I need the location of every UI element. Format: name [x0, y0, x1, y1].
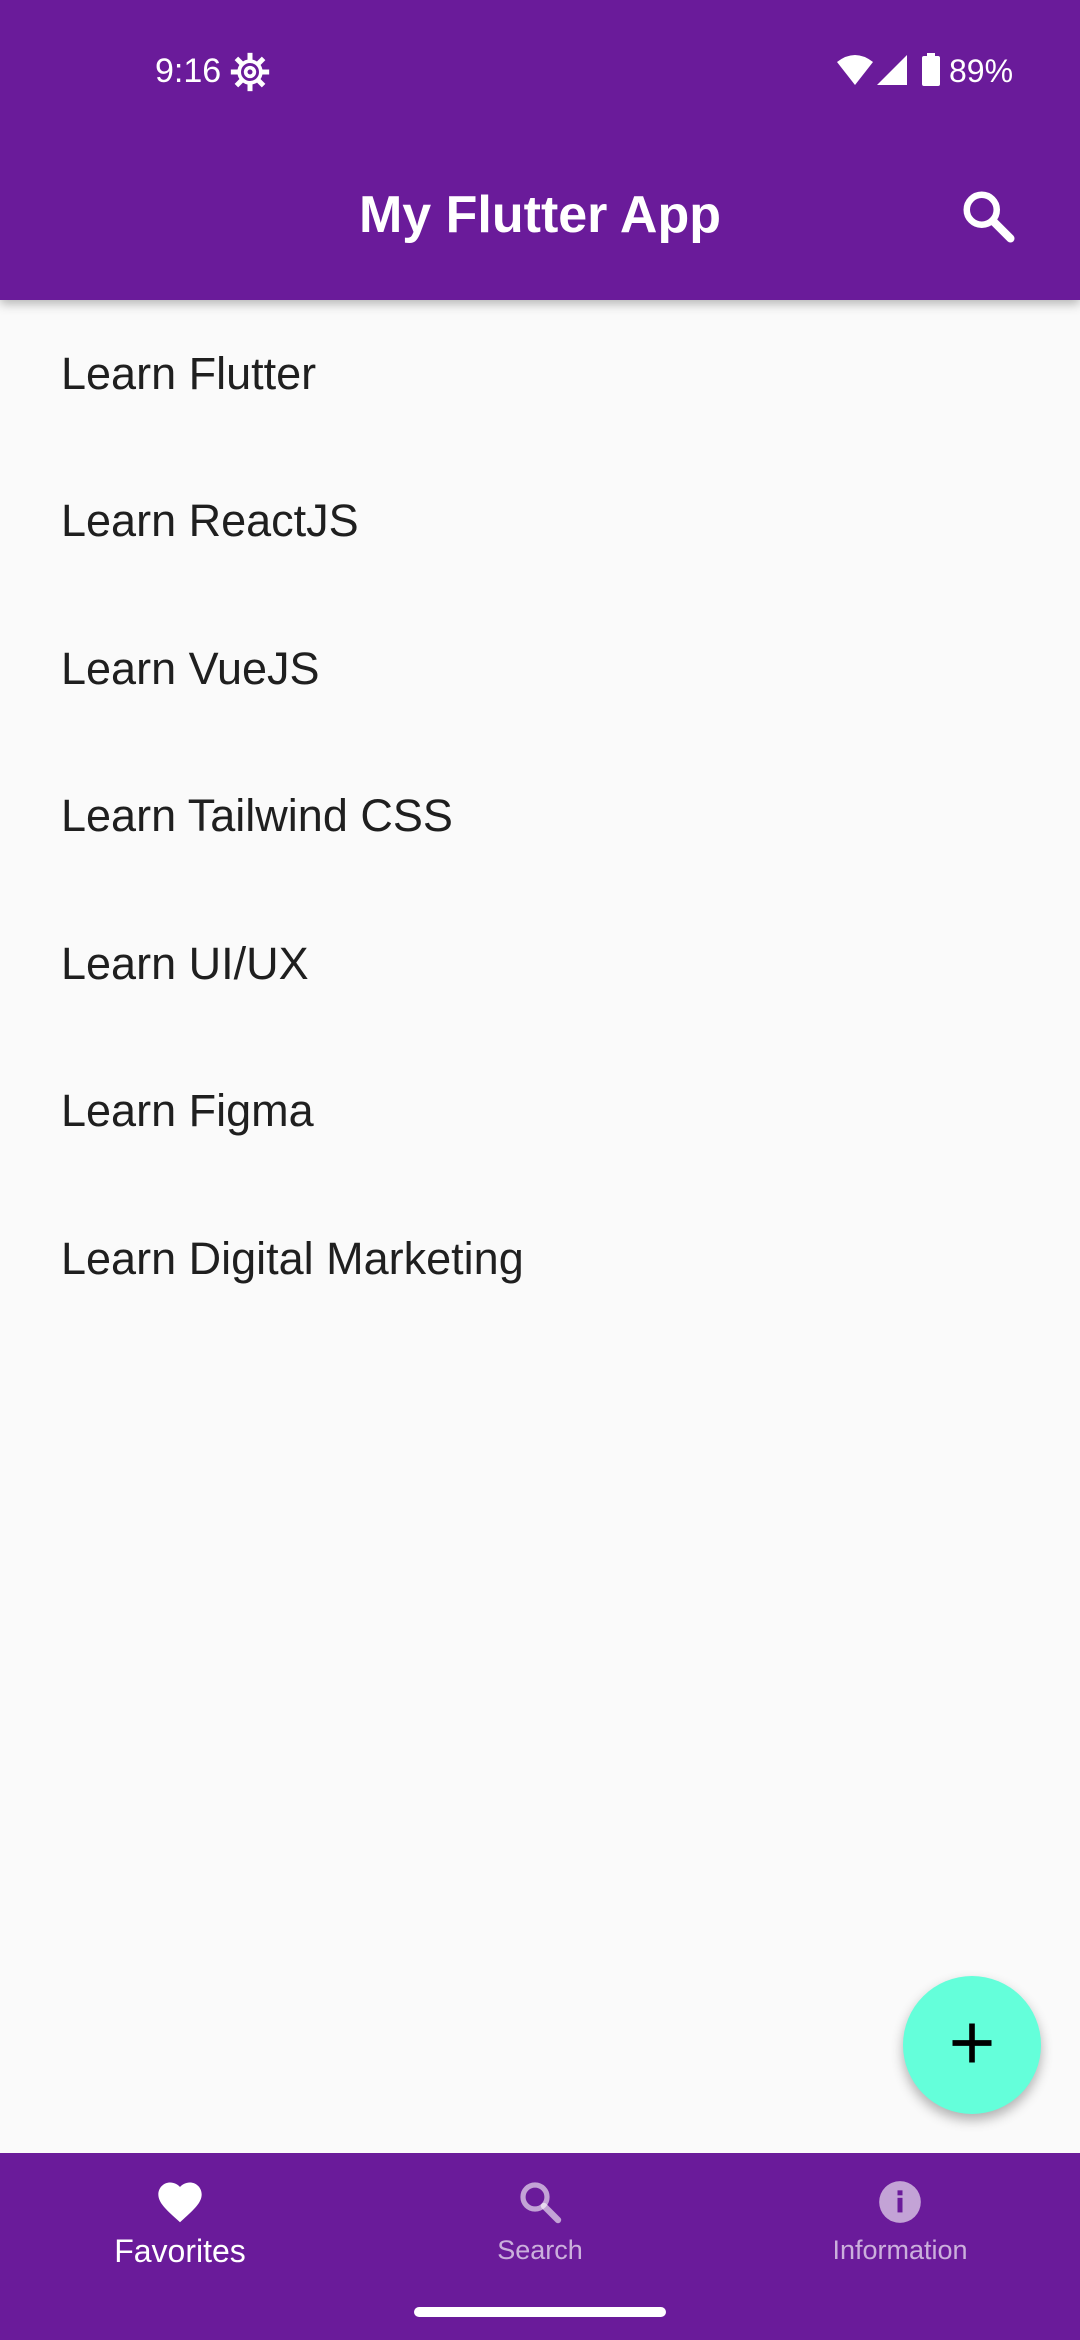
- nav-label-information: Information: [832, 2235, 968, 2265]
- search-icon: [958, 186, 1018, 251]
- add-item-fab[interactable]: [903, 1976, 1041, 2114]
- course-list: Learn Flutter Learn ReactJS Learn VueJS …: [0, 300, 1080, 1333]
- status-bar: 9:16 89%: [0, 0, 1080, 140]
- settings-gear-icon: [230, 52, 270, 92]
- wifi-icon: [836, 54, 874, 86]
- list-item[interactable]: Learn VueJS: [0, 595, 1080, 743]
- list-item[interactable]: Learn ReactJS: [0, 448, 1080, 596]
- app-bar-title: My Flutter App: [358, 186, 722, 244]
- list-item[interactable]: Learn Tailwind CSS: [0, 743, 1080, 891]
- info-icon: [873, 2175, 927, 2229]
- home-indicator[interactable]: [414, 2307, 666, 2317]
- search-icon: [513, 2175, 567, 2229]
- app-bar-search-button[interactable]: [955, 185, 1021, 251]
- list-item[interactable]: Learn Digital Marketing: [0, 1185, 1080, 1333]
- list-item[interactable]: Learn UI/UX: [0, 890, 1080, 1038]
- status-time: 9:16: [155, 52, 222, 90]
- list-item[interactable]: Learn Flutter: [0, 300, 1080, 448]
- nav-item-favorites[interactable]: Favorites: [0, 2153, 360, 2340]
- app-screen: 9:16 89% My Flutter App Learn Flutter Le…: [0, 0, 1080, 2340]
- battery-percentage: 89%: [949, 53, 1014, 89]
- nav-label-favorites: Favorites: [114, 2233, 246, 2269]
- nav-item-information[interactable]: Information: [720, 2153, 1080, 2340]
- cell-signal-icon: [876, 54, 908, 86]
- nav-label-search: Search: [497, 2235, 583, 2265]
- plus-icon: [946, 2017, 998, 2074]
- heart-icon: [153, 2175, 207, 2229]
- top-bar: 9:16 89% My Flutter App: [0, 0, 1080, 300]
- list-item[interactable]: Learn Figma: [0, 1038, 1080, 1186]
- battery-icon: [922, 53, 940, 86]
